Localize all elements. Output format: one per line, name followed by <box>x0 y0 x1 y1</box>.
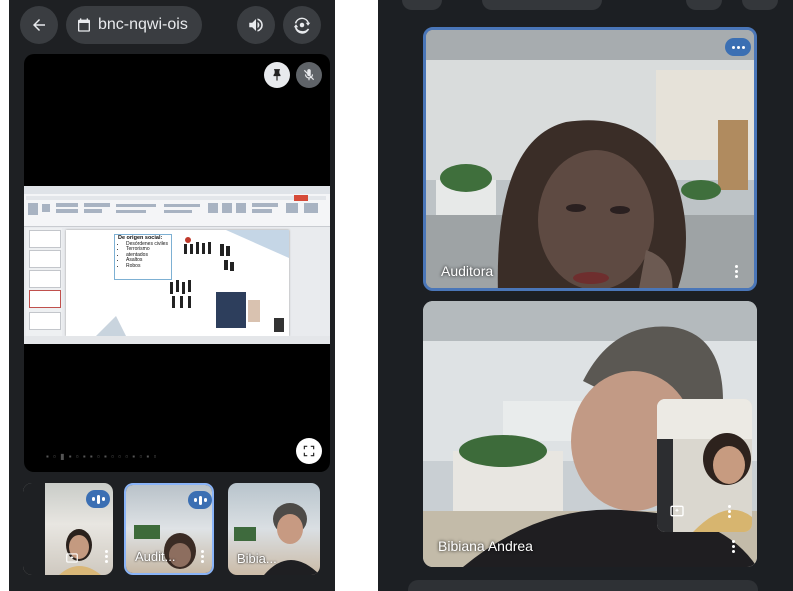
caption-strip: ▪ ▫ ▮ ▪ ▫ ▪ ▪ ▫ ▪ ▫ ▫ ▫ ▪ ▫ ▪ ▫ <box>46 452 158 461</box>
left-call-screen: bnc-nqwi-ois De origen social: • Desórde… <box>9 0 335 591</box>
participant-name: Auditora <box>441 263 494 279</box>
back-button[interactable] <box>20 6 58 44</box>
participant-tile-self[interactable] <box>23 483 113 575</box>
speaker-icon <box>249 18 263 32</box>
speaking-indicator <box>725 38 751 56</box>
self-view-pip[interactable] <box>657 399 752 532</box>
self-more-options-button[interactable] <box>728 503 732 520</box>
pin-icon <box>273 69 281 81</box>
calendar-icon <box>78 18 90 32</box>
participant-tile-audit[interactable]: Audit... <box>124 483 214 575</box>
bottom-control-bar <box>408 580 758 591</box>
slide-thumbnails[interactable] <box>26 228 62 336</box>
more-options-button[interactable] <box>201 548 205 565</box>
participant-tile-bibiana-andrea[interactable]: Bibiana Andrea <box>423 301 757 567</box>
meeting-code: bnc-nqwi-ois <box>98 16 188 33</box>
current-slide: De origen social: Desórdenes civiles Ter… <box>66 230 289 336</box>
meeting-info-button[interactable]: bnc-nqwi-ois <box>66 6 202 44</box>
more-options-button[interactable] <box>105 548 109 565</box>
speaking-indicator <box>86 490 110 508</box>
participant-name: Audit... <box>135 549 176 564</box>
video-effects-icon[interactable] <box>65 551 79 565</box>
more-options-button[interactable] <box>735 263 739 280</box>
right-call-screen: Auditora Bibiana Andrea <box>378 0 793 591</box>
participant-name: Bibia... <box>237 551 277 566</box>
participant-video <box>426 30 754 288</box>
arrow-left-icon <box>33 19 45 31</box>
fullscreen-button[interactable] <box>296 438 322 464</box>
switch-camera-icon <box>293 17 311 34</box>
slide-illustrations <box>96 230 289 336</box>
participant-tile-bibiana[interactable]: Bibia... <box>228 483 320 575</box>
presentation-stage[interactable]: De origen social: Desórdenes civiles Ter… <box>24 54 330 472</box>
participant-tile-auditora[interactable]: Auditora <box>423 27 757 291</box>
app-ribbon <box>24 194 330 227</box>
video-effects-icon[interactable] <box>669 503 685 519</box>
shared-screen: De origen social: Desórdenes civiles Ter… <box>24 186 330 344</box>
pin-button[interactable] <box>264 62 290 88</box>
speaking-indicator <box>188 491 212 509</box>
app-status-bar <box>24 336 330 344</box>
audio-output-button[interactable] <box>237 6 275 44</box>
muted-indicator <box>296 62 322 88</box>
fullscreen-icon <box>303 445 315 457</box>
switch-camera-button[interactable] <box>283 6 321 44</box>
more-options-button[interactable] <box>732 538 736 555</box>
app-title-bar <box>24 186 330 194</box>
mic-off-icon <box>303 69 315 81</box>
top-bar-edge <box>392 0 778 12</box>
participant-name: Bibiana Andrea <box>438 538 533 554</box>
